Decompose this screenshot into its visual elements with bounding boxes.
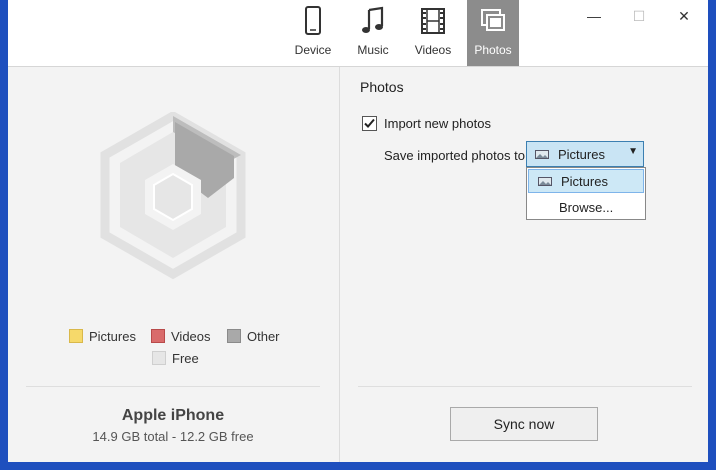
- tab-videos[interactable]: Videos: [407, 0, 459, 66]
- tab-device-label: Device: [294, 43, 332, 57]
- device-capacity: 14.9 GB total - 12.2 GB free: [92, 429, 254, 444]
- legend-label: Pictures: [89, 329, 136, 344]
- divider: [358, 386, 692, 387]
- legend-label: Other: [247, 329, 280, 344]
- section-title: Photos: [360, 79, 404, 95]
- tab-photos-label: Photos: [474, 43, 512, 57]
- destination-select[interactable]: Pictures ▼: [526, 141, 644, 167]
- destination-dropdown-list: Pictures Browse...: [526, 167, 646, 220]
- tab-music-label: Music: [357, 43, 389, 57]
- dropdown-arrow-icon: ▼: [628, 146, 638, 157]
- picture-folder-icon: [535, 150, 549, 159]
- checkmark-icon: [364, 118, 375, 128]
- save-location-label: Save imported photos to: [384, 148, 525, 163]
- maximize-button[interactable]: ☐: [625, 6, 653, 26]
- legend-swatch-pictures: [69, 329, 83, 343]
- tab-videos-label: Videos: [414, 43, 452, 57]
- option-label: Pictures: [561, 174, 608, 189]
- photos-icon: [481, 9, 505, 31]
- legend-swatch-free: [152, 351, 166, 365]
- legend-swatch-other: [227, 329, 241, 343]
- minimize-button[interactable]: —: [580, 6, 608, 26]
- tab-photos[interactable]: Photos: [467, 0, 519, 66]
- tab-device[interactable]: Device: [287, 0, 339, 66]
- app-window: Device Music Videos Photos — ☐ ✕ Picture…: [8, 0, 708, 462]
- device-name: Apple iPhone: [121, 407, 225, 424]
- import-photos-checkbox[interactable]: [362, 116, 377, 131]
- legend-label: Videos: [171, 329, 211, 344]
- storage-hexagon-chart: [100, 112, 246, 280]
- option-label: Browse...: [559, 200, 614, 215]
- legend-label: Free: [172, 351, 199, 366]
- music-note-icon: [362, 6, 384, 33]
- storage-pane: Pictures Videos Other Free Apple iPhone …: [8, 67, 338, 462]
- top-nav-bar: Device Music Videos Photos — ☐ ✕: [8, 0, 708, 67]
- sync-now-button[interactable]: Sync now: [450, 407, 598, 441]
- divider: [26, 386, 320, 387]
- picture-folder-icon: [538, 177, 552, 186]
- film-icon: [421, 8, 445, 34]
- dropdown-option-browse[interactable]: Browse...: [527, 196, 645, 220]
- photos-settings-pane: Photos Import new photos Save imported p…: [339, 67, 708, 462]
- tab-music[interactable]: Music: [347, 0, 399, 66]
- import-photos-label[interactable]: Import new photos: [384, 116, 491, 131]
- phone-icon: [305, 6, 321, 35]
- dropdown-option-pictures[interactable]: Pictures: [528, 169, 644, 193]
- legend-swatch-videos: [151, 329, 165, 343]
- close-button[interactable]: ✕: [670, 6, 698, 26]
- destination-value: Pictures: [558, 147, 605, 162]
